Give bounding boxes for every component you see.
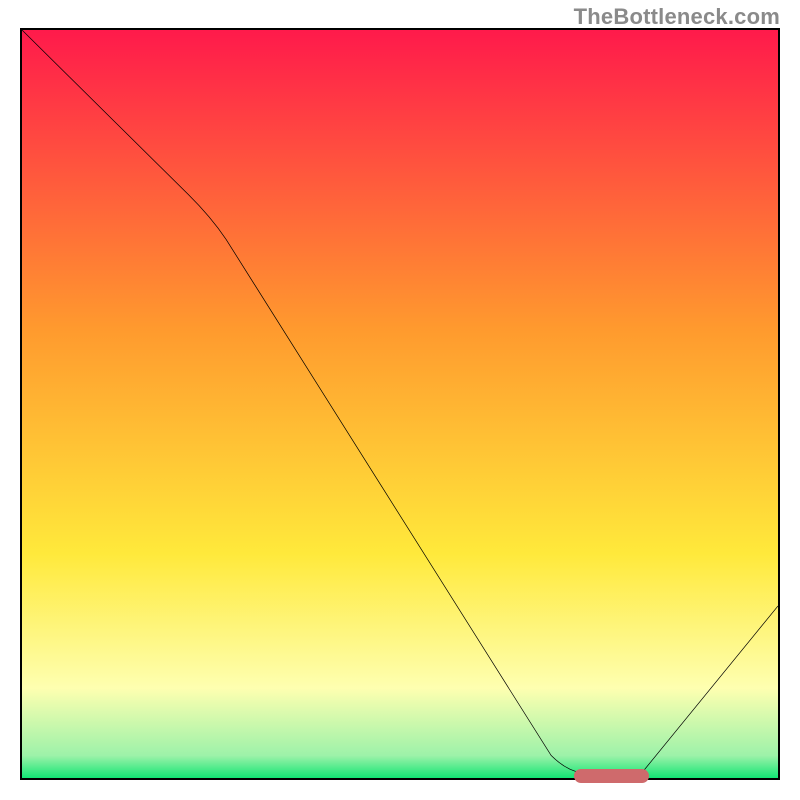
bottleneck-curve	[22, 30, 778, 778]
watermark-text: TheBottleneck.com	[574, 4, 780, 30]
chart-container: TheBottleneck.com	[0, 0, 800, 800]
optimal-range-marker	[574, 769, 650, 783]
curve-path	[22, 30, 778, 773]
plot-frame	[20, 28, 780, 780]
